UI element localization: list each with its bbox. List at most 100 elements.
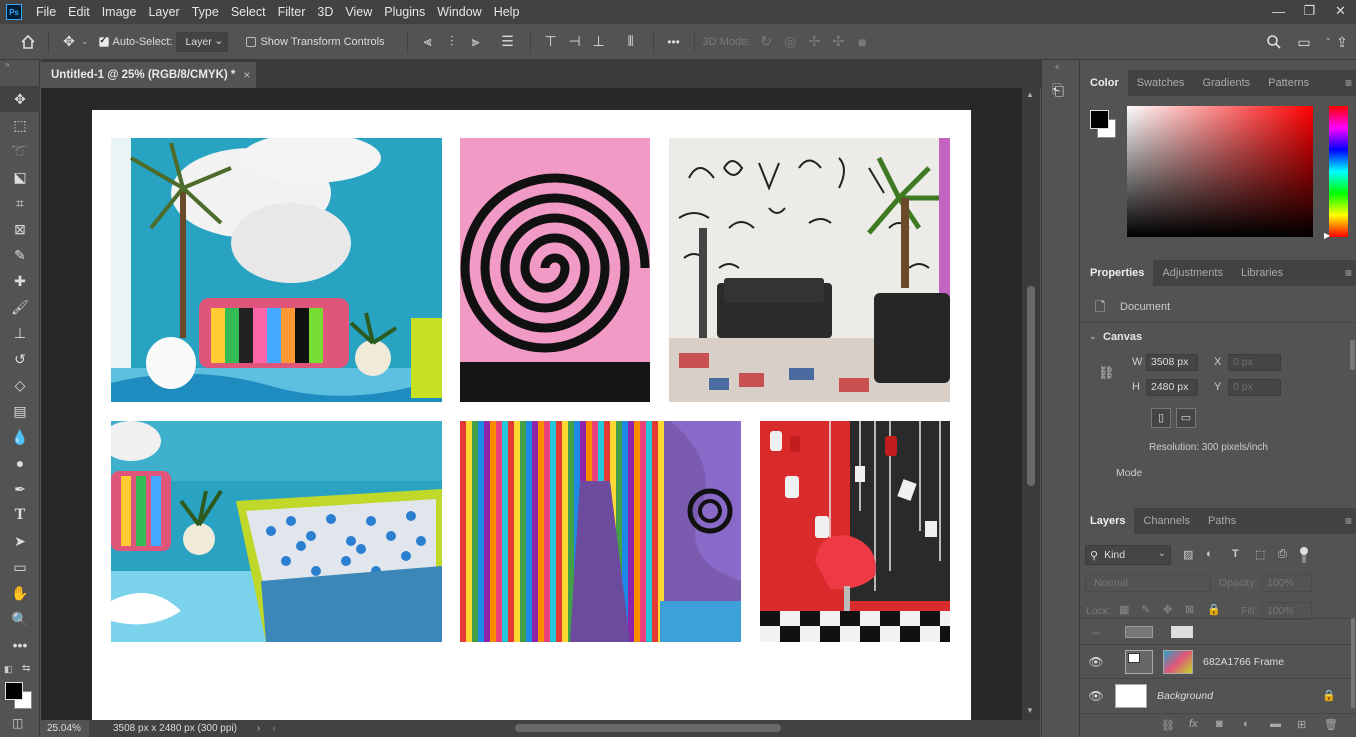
swap-colors-icon[interactable]: ⇆	[22, 663, 30, 674]
panel-menu-icon[interactable]: ≡	[1345, 76, 1352, 90]
align-horizontal-center-icon[interactable]: ⫶	[440, 30, 464, 54]
link-layers-icon[interactable]: ⛓	[1161, 719, 1175, 732]
link-dimensions-icon[interactable]: ⛓	[1098, 365, 1115, 381]
marquee-tool-icon[interactable]: ⬚	[0, 112, 40, 138]
scroll-left-icon[interactable]: ‹	[272, 723, 275, 734]
filter-toggle-icon[interactable]	[1300, 547, 1308, 563]
object-selection-tool-icon[interactable]: ⬕	[0, 164, 40, 190]
tab-gradients[interactable]: Gradients	[1193, 70, 1259, 96]
chevron-down-icon[interactable]: ⌄	[81, 36, 89, 47]
scroll-down-icon[interactable]: ▼	[1026, 706, 1034, 715]
photo-come-on-graffiti-room[interactable]	[669, 138, 950, 402]
properties-scrollbar[interactable]	[1350, 340, 1355, 370]
menu-view[interactable]: View	[339, 0, 378, 24]
new-adjustment-layer-icon[interactable]: ◐	[1243, 718, 1250, 730]
color-picker-field[interactable]	[1127, 106, 1313, 237]
photo-pink-spiral[interactable]	[460, 138, 650, 402]
photo-ball-pit[interactable]	[111, 421, 442, 642]
canvas-width-field[interactable]: 3508 px	[1146, 354, 1198, 371]
canvas-x-field[interactable]: 0 px	[1228, 354, 1281, 371]
layer-style-icon[interactable]: fx	[1189, 718, 1198, 730]
layer-row-background[interactable]: 👁 Background 🔒	[1081, 678, 1356, 712]
menu-image[interactable]: Image	[96, 0, 143, 24]
menu-help[interactable]: Help	[488, 0, 526, 24]
tab-color[interactable]: Color	[1081, 70, 1128, 96]
panel-menu-icon[interactable]: ≡	[1345, 266, 1352, 280]
eyedropper-tool-icon[interactable]: ✎	[0, 242, 40, 268]
hue-slider[interactable]	[1329, 106, 1348, 237]
more-options-icon[interactable]: •••	[662, 30, 686, 54]
path-selection-tool-icon[interactable]: ➤	[0, 528, 40, 554]
type-tool-icon[interactable]: T	[0, 502, 40, 528]
visibility-toggle-icon[interactable]: 👁	[1081, 655, 1111, 669]
auto-select-target-dropdown[interactable]: Layer	[176, 31, 229, 52]
align-vertical-center-icon[interactable]: ⊣	[563, 30, 587, 54]
layer-filter-kind-dropdown[interactable]: ⚲ Kind ⌄	[1085, 545, 1171, 565]
tab-patterns[interactable]: Patterns	[1259, 70, 1318, 96]
default-colors-icon[interactable]: ◧	[4, 664, 13, 675]
tab-channels[interactable]: Channels	[1134, 508, 1198, 534]
minimize-button[interactable]: —	[1263, 0, 1294, 22]
tab-swatches[interactable]: Swatches	[1128, 70, 1194, 96]
edit-toolbar-icon[interactable]: •••	[0, 632, 40, 658]
lasso-tool-icon[interactable]: ➰	[0, 138, 40, 164]
align-right-icon[interactable]: ⫸	[464, 30, 488, 54]
hue-slider-handle-icon[interactable]: ▶	[1324, 231, 1330, 240]
auto-select-checkbox[interactable]: Auto-Select:	[98, 35, 172, 48]
tab-properties[interactable]: Properties	[1081, 260, 1154, 286]
vertical-scroll-thumb[interactable]	[1027, 286, 1035, 486]
quick-mask-icon[interactable]: ◫	[12, 716, 23, 730]
restore-button[interactable]: ❐	[1294, 0, 1325, 22]
close-button[interactable]: ✕	[1325, 0, 1356, 22]
align-bottom-icon[interactable]: ⊥	[587, 30, 611, 54]
distribute-vertical-icon[interactable]: ☰	[496, 30, 520, 54]
filter-shape-icon[interactable]: ⬚	[1255, 548, 1265, 561]
lock-position-icon[interactable]: ✥	[1163, 603, 1172, 616]
healing-brush-tool-icon[interactable]: ✚	[0, 268, 40, 294]
align-top-icon[interactable]: ⊤	[539, 30, 563, 54]
lock-artboard-icon[interactable]: ⊠	[1185, 603, 1194, 616]
visibility-toggle-icon[interactable]: 👁	[1081, 689, 1111, 703]
document-tab[interactable]: Untitled-1 @ 25% (RGB/8/CMYK) * ×	[41, 62, 256, 88]
blur-tool-icon[interactable]: 💧	[0, 424, 40, 450]
align-left-icon[interactable]: ⫷	[416, 30, 440, 54]
add-mask-icon[interactable]: ◙	[1216, 718, 1223, 730]
home-icon[interactable]	[16, 30, 40, 54]
brush-tool-icon[interactable]: 🖌	[0, 294, 40, 320]
layers-scrollbar[interactable]	[1351, 618, 1355, 708]
rectangle-tool-icon[interactable]: ▭	[0, 554, 40, 580]
blend-mode-dropdown[interactable]: Normal	[1085, 574, 1211, 592]
menu-window[interactable]: Window	[431, 0, 487, 24]
chevron-down-icon[interactable]: ⌄	[1089, 331, 1097, 342]
menu-layer[interactable]: Layer	[142, 0, 185, 24]
canvas-height-field[interactable]: 2480 px	[1146, 379, 1198, 396]
workspace-icon[interactable]: ▭	[1292, 30, 1316, 54]
photo-rainbow-curtain[interactable]	[460, 421, 741, 642]
stamp-tool-icon[interactable]: ⊥	[0, 320, 40, 346]
canvas-y-field[interactable]: 0 px	[1228, 379, 1281, 396]
share-icon[interactable]: ⇪	[1330, 30, 1354, 54]
chevron-right-icon[interactable]: ›	[257, 723, 260, 734]
opacity-field[interactable]: 100%	[1262, 574, 1312, 592]
new-group-icon[interactable]: ▬	[1270, 718, 1281, 730]
menu-edit[interactable]: Edit	[62, 0, 96, 24]
collapse-icon[interactable]: »	[0, 60, 39, 70]
tab-adjustments[interactable]: Adjustments	[1153, 260, 1232, 286]
eraser-tool-icon[interactable]: ◇	[0, 372, 40, 398]
gradient-tool-icon[interactable]: ▤	[0, 398, 40, 424]
menu-plugins[interactable]: Plugins	[378, 0, 431, 24]
dodge-tool-icon[interactable]: ●	[0, 450, 40, 476]
tab-layers[interactable]: Layers	[1081, 508, 1135, 534]
distribute-horizontal-icon[interactable]: ⦀	[619, 30, 643, 54]
filter-pixel-icon[interactable]: ▨	[1183, 548, 1193, 561]
new-layer-icon[interactable]: ⊞	[1297, 718, 1306, 731]
photo-blue-room-sofa[interactable]	[111, 138, 442, 402]
show-transform-controls-checkbox[interactable]: Show Transform Controls	[246, 36, 385, 48]
menu-type[interactable]: Type	[186, 0, 225, 24]
move-tool-preset-icon[interactable]: ✥	[57, 30, 81, 54]
history-brush-tool-icon[interactable]: ↺	[0, 346, 40, 372]
lock-all-icon[interactable]: 🔒	[1207, 603, 1221, 616]
visibility-toggle-icon[interactable]: –	[1081, 625, 1111, 639]
filter-adjustment-icon[interactable]: ◐	[1206, 548, 1213, 560]
panel-menu-icon[interactable]: ≡	[1345, 514, 1352, 528]
